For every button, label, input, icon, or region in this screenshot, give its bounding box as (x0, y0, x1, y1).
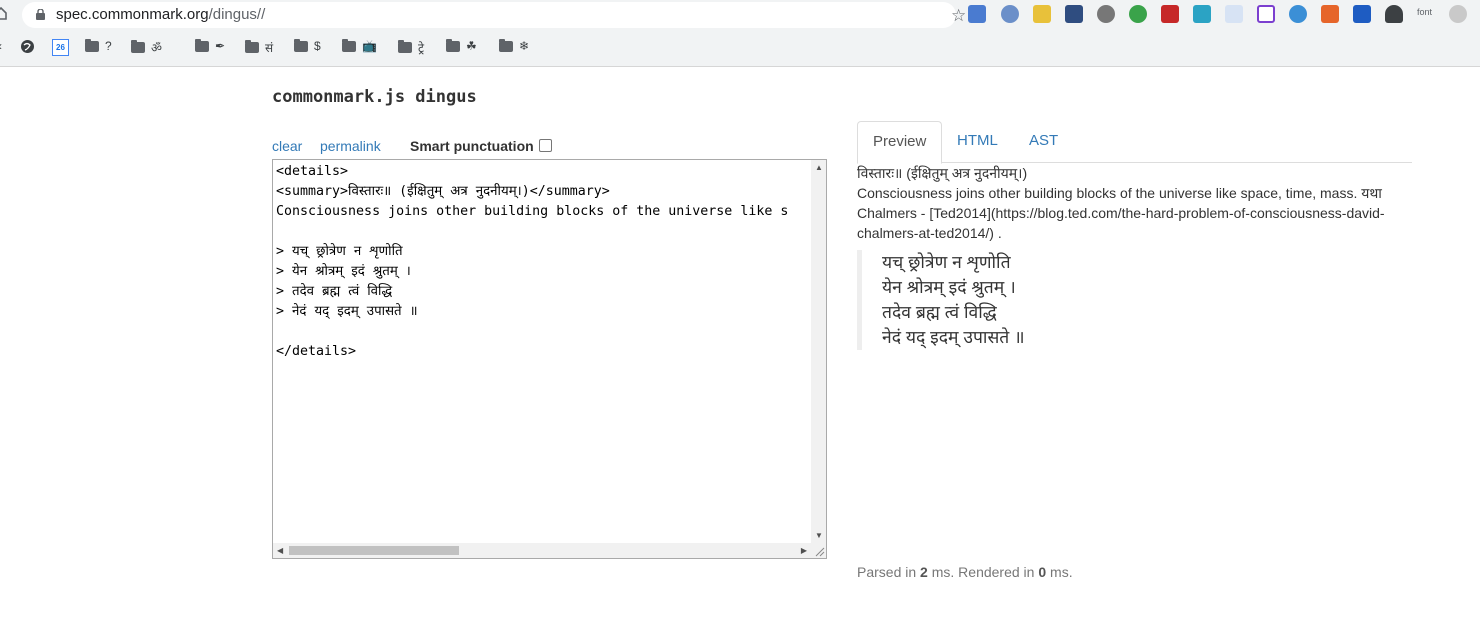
preview-pane: विस्तारः॥ (ईक्षितुम् अत्र नुदनीयम्।) Con… (857, 163, 1412, 350)
bookmark-folder-3[interactable]: ✒ (195, 38, 226, 53)
megaphone-extension-icon[interactable] (1321, 5, 1339, 23)
bookmark-label: $ (314, 39, 321, 53)
compass-extension-icon[interactable] (1001, 5, 1019, 23)
bookmarks-bar: ‹ 26 ? ॐ ✒ सं $ 📺 ट्रे ☘ ❄ (0, 36, 1480, 58)
bookmark-folder-5[interactable]: $ (294, 38, 321, 53)
folder-icon (195, 38, 209, 52)
folder-icon (294, 38, 308, 52)
scroll-up-arrow-icon[interactable]: ▲ (815, 163, 823, 172)
bookmark-label: ट्रे (418, 41, 425, 55)
tab-html[interactable]: HTML (942, 121, 1013, 161)
folder-icon (131, 40, 145, 53)
r-circle-extension-icon[interactable] (1289, 5, 1307, 23)
window-extension-icon[interactable] (1353, 5, 1371, 23)
balloon-extension-icon[interactable] (1449, 5, 1467, 23)
permalink-link[interactable]: permalink (320, 138, 381, 154)
page-title: commonmark.js dingus (272, 87, 477, 107)
smart-punctuation-checkbox[interactable] (539, 139, 552, 152)
tab-ast[interactable]: AST (1014, 121, 1073, 161)
folder-icon (499, 38, 513, 52)
horizontal-scroll-thumb[interactable] (289, 546, 459, 555)
url-text: spec.commonmark.org/dingus// (56, 6, 265, 23)
preview-paragraph: Consciousness joins other building block… (857, 185, 1385, 241)
scroll-left-arrow-icon[interactable]: ◀ (277, 546, 283, 555)
rendered-prefix: ms. Rendered in (927, 564, 1039, 580)
hat-extension-icon[interactable] (1385, 5, 1403, 23)
bookmark-folder-2[interactable]: ॐ (131, 39, 162, 56)
rendered-ms: 0 (1038, 564, 1047, 580)
bookmark-chevron-icon[interactable]: ‹ (0, 39, 2, 53)
markdown-textarea[interactable]: <details> <summary>विस्तारः॥ (ईक्षितुम् … (272, 159, 827, 559)
lock-icon (36, 9, 45, 20)
quote-line: येन श्रोत्रम् इदं श्रुतम् । (882, 277, 1016, 297)
bookmark-star-icon[interactable]: ☆ (951, 6, 966, 26)
bookmark-label: ॐ (151, 41, 162, 55)
bookmark-folder-4[interactable]: सं (245, 39, 273, 56)
bookmark-label: 📺 (362, 39, 377, 53)
tab-preview[interactable]: Preview (857, 121, 943, 164)
quote-line: तदेव ब्रह्म त्वं विद्धि (882, 302, 997, 322)
bookmark-label: सं (265, 41, 274, 55)
clear-link[interactable]: clear (272, 138, 302, 154)
horizontal-scrollbar[interactable]: ◀ ▶ (273, 543, 811, 558)
bookmark-label: ☘ (466, 39, 477, 53)
scroll-right-arrow-icon[interactable]: ▶ (801, 546, 807, 555)
resize-grip-icon[interactable] (811, 543, 826, 558)
bookmark-label: ? (105, 39, 112, 53)
timing-status: Parsed in 2 ms. Rendered in 0 ms. (857, 564, 1073, 580)
markdown-source[interactable]: <details> <summary>विस्तारः॥ (ईक्षितुम् … (276, 162, 810, 362)
bookmark-label: ❄ (519, 39, 530, 53)
folder-icon (342, 38, 356, 52)
r-extension-icon[interactable] (1225, 5, 1243, 23)
bookmark-folder-6[interactable]: 📺 (342, 38, 377, 53)
folder-icon (245, 40, 259, 53)
blockquote: यच् छ्रोत्रेण न शृणोति येन श्रोत्रम् इदं… (857, 250, 1412, 350)
output-tabs: Preview HTML AST (857, 121, 1412, 164)
quote-line: नेदं यद् इदम् उपासते ॥ (882, 327, 1025, 347)
download-extension-icon[interactable] (1033, 5, 1051, 23)
details-summary[interactable]: विस्तारः॥ (ईक्षितुम् अत्र नुदनीयम्।) (857, 163, 1412, 183)
folder-icon (85, 38, 99, 52)
globe-bookmark-icon[interactable] (20, 39, 35, 54)
url-path: /dingus// (208, 6, 266, 23)
bookmark-label: ✒ (215, 39, 226, 53)
printer-extension-icon[interactable] (1193, 5, 1211, 23)
folder-icon (446, 38, 460, 52)
smart-punctuation-label: Smart punctuation (410, 138, 534, 154)
calendar-bookmark[interactable]: 26 (52, 39, 69, 56)
bookmark-folder-1[interactable]: ? (85, 38, 112, 53)
url-host: spec.commonmark.org (56, 6, 209, 23)
dots-extension-icon[interactable] (1161, 5, 1179, 23)
bookmark-folder-9[interactable]: ❄ (499, 38, 530, 53)
calendar-icon: 26 (52, 39, 69, 56)
parsed-ms: 2 (920, 564, 928, 580)
refresh-extension-icon[interactable] (1097, 5, 1115, 23)
vertical-scrollbar[interactable]: ▲ ▼ (811, 160, 826, 543)
home-icon[interactable] (0, 6, 8, 25)
translate-extension-icon[interactable] (968, 5, 986, 23)
folder-icon (398, 40, 412, 53)
scroll-down-arrow-icon[interactable]: ▼ (815, 531, 823, 540)
bookmark-folder-7[interactable]: ट्रे (398, 39, 424, 56)
bookmark-folder-8[interactable]: ☘ (446, 38, 477, 53)
font-extension-label[interactable]: font (1417, 7, 1432, 17)
parsed-prefix: Parsed in (857, 564, 921, 580)
quote-line: यच् छ्रोत्रेण न शृणोति (882, 252, 1011, 272)
evernote-extension-icon[interactable] (1129, 5, 1147, 23)
browser-chrome: spec.commonmark.org/dingus// ☆ font ‹ 26… (0, 0, 1480, 67)
puzzle-extension-icon[interactable] (1065, 5, 1083, 23)
square-extension-icon[interactable] (1257, 5, 1275, 23)
status-suffix: ms. (1046, 564, 1073, 580)
address-bar[interactable]: spec.commonmark.org/dingus// ☆ (22, 2, 966, 28)
